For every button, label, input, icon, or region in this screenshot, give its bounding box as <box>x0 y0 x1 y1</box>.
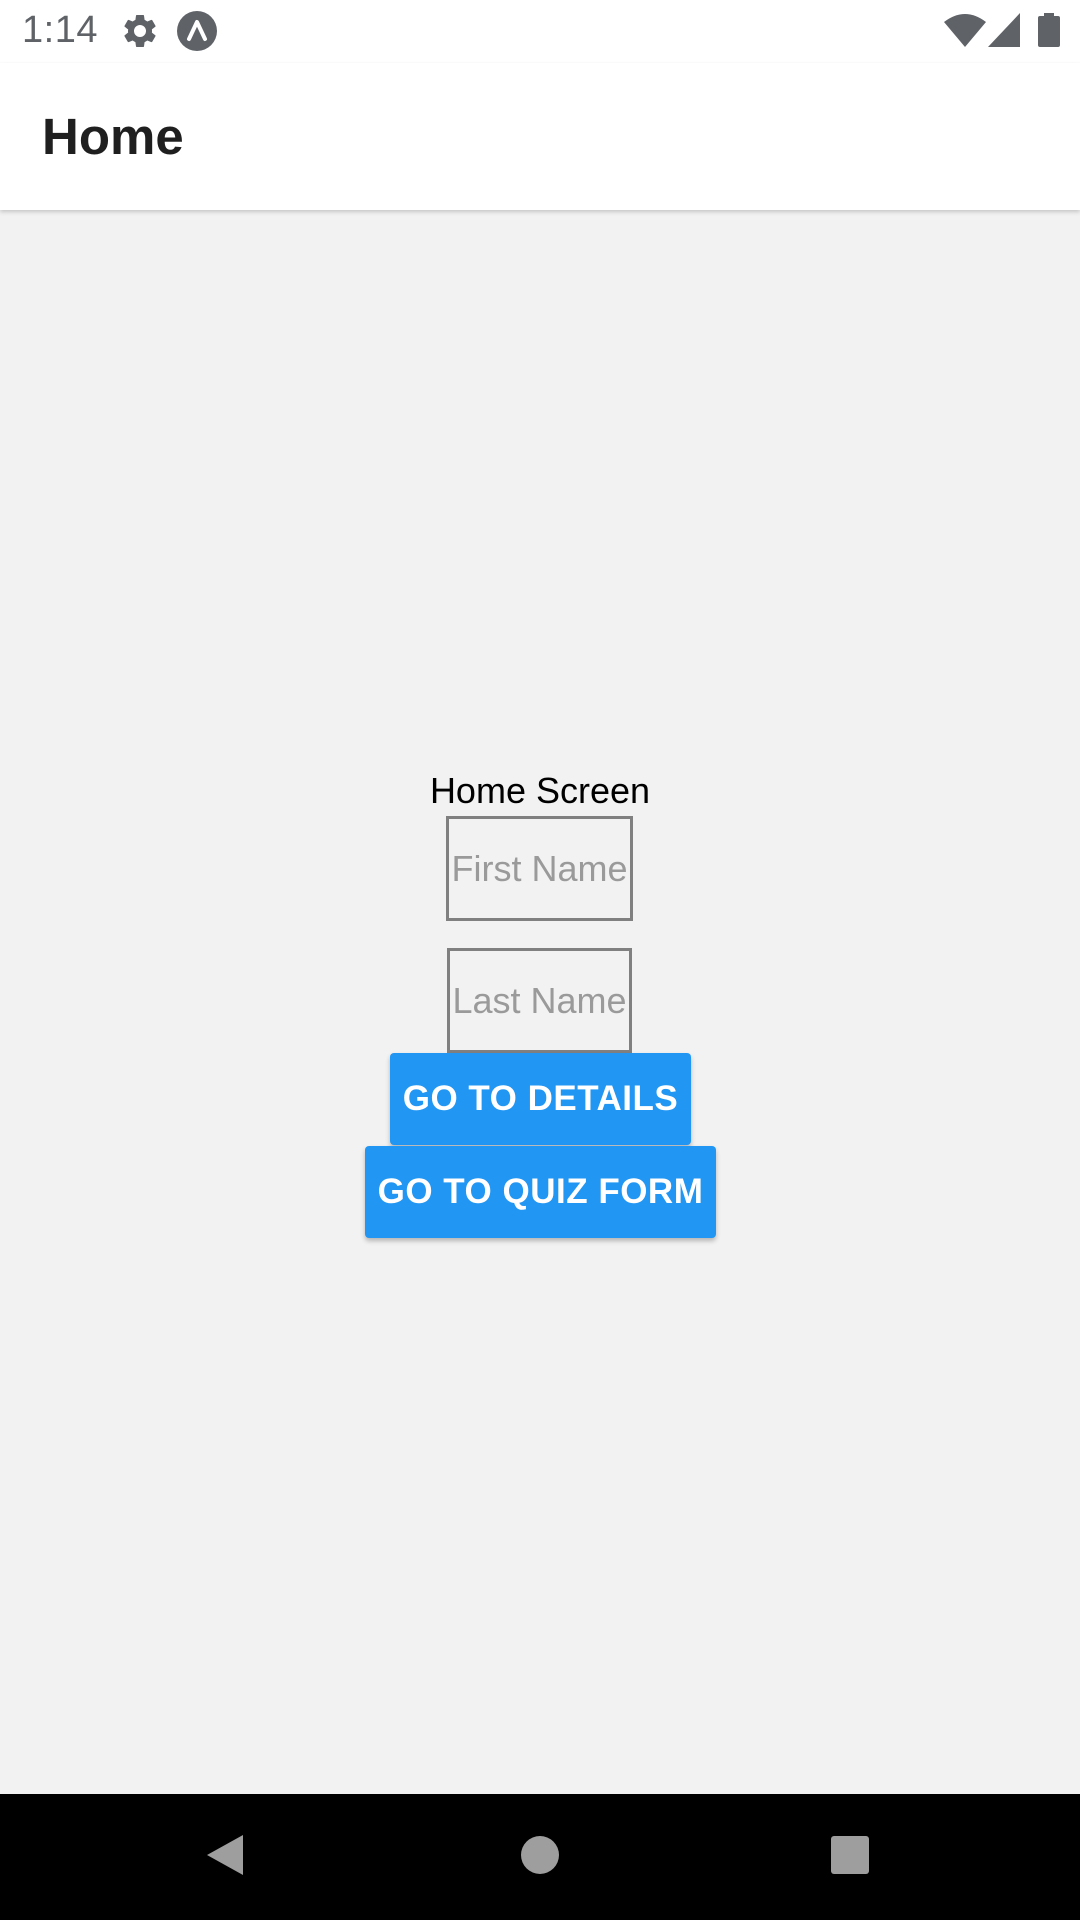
back-icon <box>205 1833 245 1882</box>
screen-label: Home Screen <box>429 770 651 811</box>
back-button[interactable] <box>165 1794 285 1920</box>
status-time: 1:14 <box>22 9 98 51</box>
recents-icon <box>830 1835 870 1880</box>
wifi-icon <box>944 13 986 52</box>
main-content: Home Screen GO TO DETAILS GO TO QUIZ FOR… <box>0 210 1080 1794</box>
last-name-input[interactable] <box>447 948 632 1053</box>
recents-button[interactable] <box>790 1794 910 1920</box>
go-to-quiz-form-button[interactable]: GO TO QUIZ FORM <box>365 1146 716 1238</box>
system-nav-bar <box>0 1794 1080 1920</box>
app-notification-icon <box>177 11 217 51</box>
home-button[interactable] <box>480 1794 600 1920</box>
home-icon <box>520 1835 560 1880</box>
status-bar: 1:14 <box>0 0 1080 63</box>
page-title: Home <box>42 108 184 165</box>
first-name-input[interactable] <box>446 816 633 921</box>
gear-icon <box>120 11 160 51</box>
cell-signal-icon <box>988 13 1020 52</box>
battery-icon <box>1038 13 1060 52</box>
go-to-details-button[interactable]: GO TO DETAILS <box>390 1053 691 1145</box>
app-bar: Home <box>0 63 1080 210</box>
